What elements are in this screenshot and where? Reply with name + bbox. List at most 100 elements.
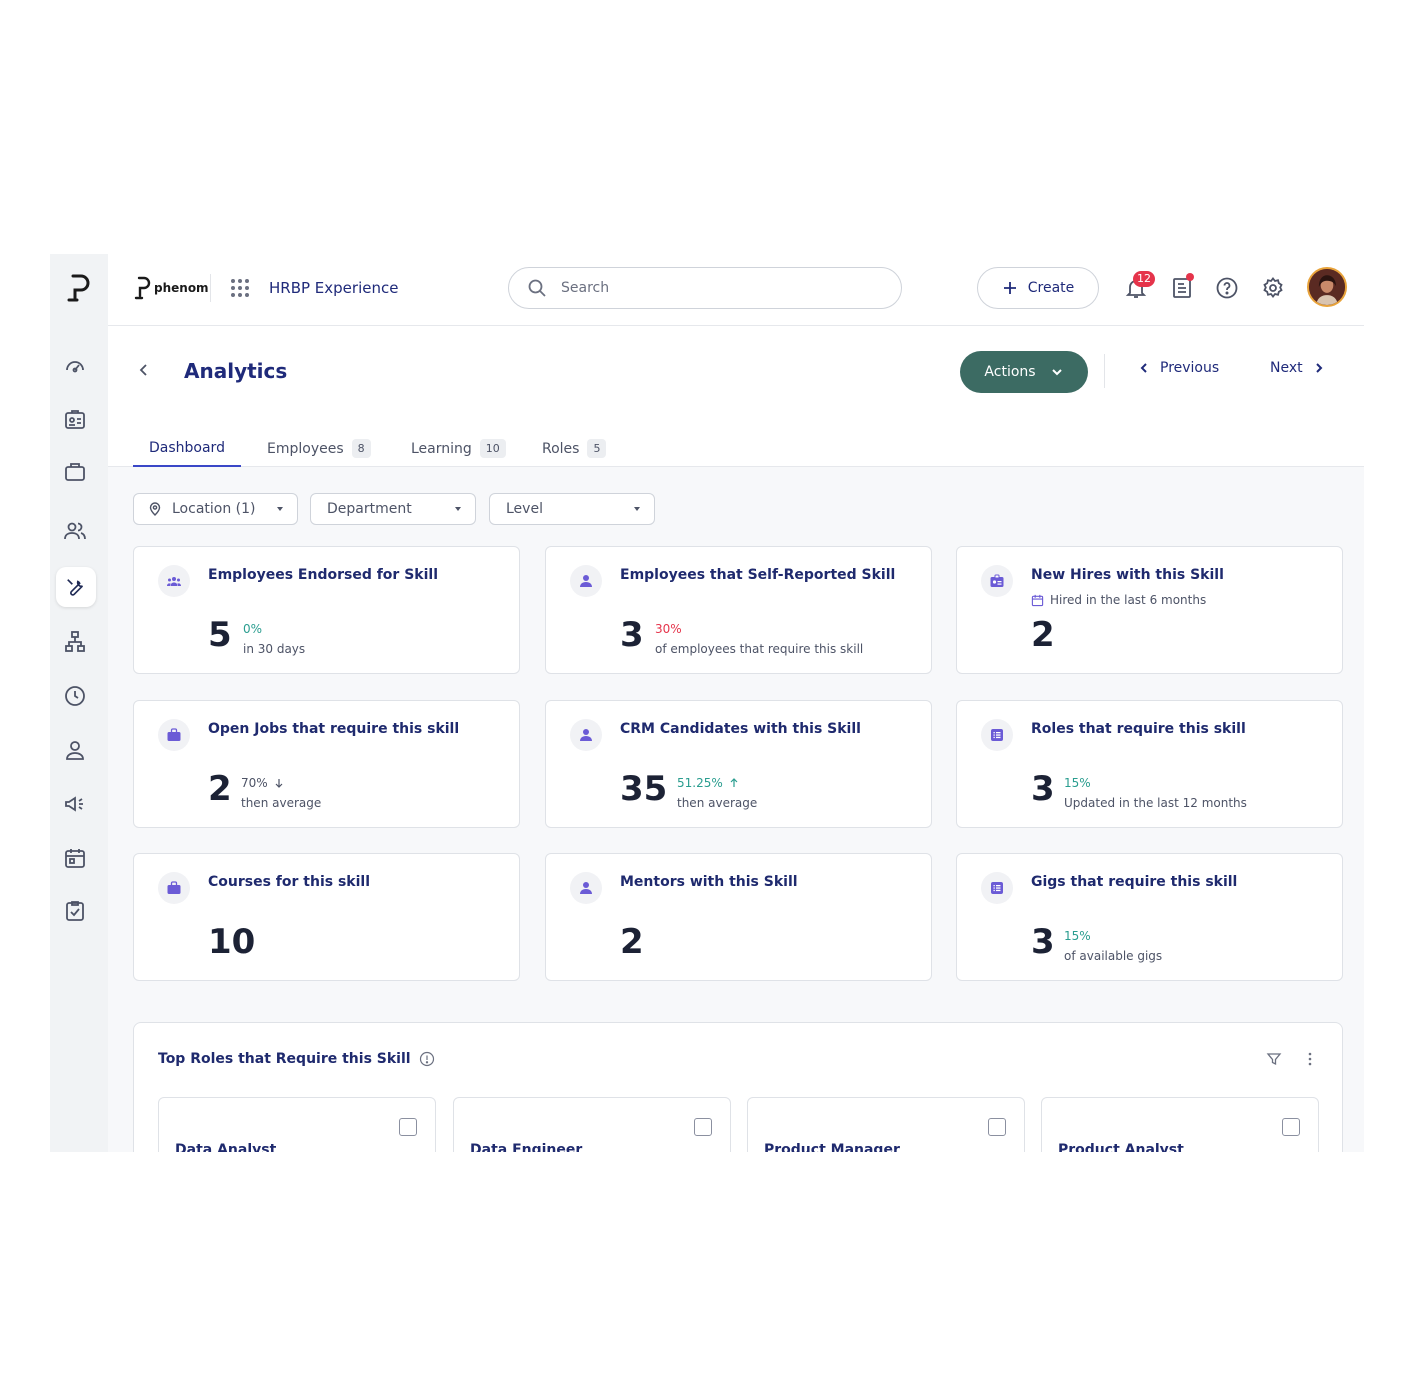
next-button[interactable]: Next xyxy=(1270,360,1325,376)
previous-button[interactable]: Previous xyxy=(1138,360,1219,376)
metric-card-crm-candidates[interactable]: CRM Candidates with this Skill 35 51.25%… xyxy=(545,700,932,828)
role-card[interactable]: Product Manager xyxy=(747,1097,1025,1152)
back-chevron-icon[interactable] xyxy=(136,362,152,378)
department-filter[interactable]: Department xyxy=(310,493,476,525)
person-icon xyxy=(570,719,602,751)
more-vertical-icon[interactable] xyxy=(1302,1051,1318,1067)
megaphone-icon[interactable] xyxy=(63,792,87,816)
briefcase-icon xyxy=(158,719,190,751)
tab-learning[interactable]: Learning 10 xyxy=(411,430,506,467)
people-icon[interactable] xyxy=(63,519,87,543)
role-checkbox[interactable] xyxy=(988,1118,1006,1136)
brand-logo[interactable]: phenom xyxy=(134,274,209,302)
brand-divider xyxy=(210,274,211,302)
card-subtitle-text: Hired in the last 6 months xyxy=(1050,593,1207,607)
filter-label: Location (1) xyxy=(172,501,256,517)
metric-card-mentors[interactable]: Mentors with this Skill 2 xyxy=(545,853,932,981)
card-title: Open Jobs that require this skill xyxy=(208,721,460,737)
delta-note: of available gigs xyxy=(1064,949,1163,963)
app-grid-icon[interactable] xyxy=(230,278,250,298)
contact-card-icon[interactable] xyxy=(63,407,87,431)
search-input[interactable] xyxy=(561,278,881,298)
level-filter[interactable]: Level xyxy=(489,493,655,525)
metric-card-new-hires[interactable]: New Hires with this Skill Hired in the l… xyxy=(956,546,1343,674)
card-delta: 51.25% then average xyxy=(677,775,757,811)
card-value: 2 xyxy=(1031,615,1055,655)
role-card[interactable]: Product Analyst xyxy=(1041,1097,1319,1152)
delta-percent: 30% xyxy=(655,622,682,636)
plus-icon xyxy=(1003,282,1016,294)
card-delta: 0% in 30 days xyxy=(243,621,305,657)
role-checkbox[interactable] xyxy=(399,1118,417,1136)
delta-percent: 70% xyxy=(241,775,321,791)
delta-note: in 30 days xyxy=(243,642,306,656)
card-delta: 70% then average xyxy=(241,775,321,811)
delta-note: then average xyxy=(677,796,758,810)
search-icon xyxy=(528,279,546,297)
tab-label: Roles xyxy=(542,440,580,457)
app-title[interactable]: HRBP Experience xyxy=(269,279,398,297)
top-roles-panel: Top Roles that Require this Skill Data A… xyxy=(133,1022,1343,1152)
tab-bar: Dashboard Employees 8 Learning 10 Roles … xyxy=(108,430,1364,467)
tab-label: Dashboard xyxy=(149,439,225,456)
role-checkbox[interactable] xyxy=(694,1118,712,1136)
role-card[interactable]: Data Engineer xyxy=(453,1097,731,1152)
actions-label: Actions xyxy=(984,364,1036,380)
metric-card-courses[interactable]: Courses for this skill 10 xyxy=(133,853,520,981)
metric-card-open-jobs[interactable]: Open Jobs that require this skill 2 70% … xyxy=(133,700,520,828)
tab-roles[interactable]: Roles 5 xyxy=(542,430,607,467)
delta-note: of employees that require this skill xyxy=(655,642,864,656)
card-value: 35 xyxy=(620,769,668,809)
card-title: Employees Endorsed for Skill xyxy=(208,567,438,583)
settings-gear-icon[interactable] xyxy=(1261,276,1285,300)
card-title: CRM Candidates with this Skill xyxy=(620,721,861,737)
task-checklist-icon[interactable] xyxy=(63,899,87,923)
person-icon xyxy=(570,565,602,597)
top-roles-title-text: Top Roles that Require this Skill xyxy=(158,1051,411,1067)
tab-employees[interactable]: Employees 8 xyxy=(267,430,371,467)
arrow-up-icon xyxy=(730,778,738,787)
app-window: phenom HRBP Experience Create 12 xyxy=(50,254,1364,1152)
calendar-icon[interactable] xyxy=(63,846,87,870)
tab-dashboard[interactable]: Dashboard xyxy=(133,430,241,467)
user-avatar[interactable] xyxy=(1307,267,1347,307)
metric-card-endorsed[interactable]: Employees Endorsed for Skill 5 0% in 30 … xyxy=(133,546,520,674)
role-name: Product Analyst xyxy=(1058,1142,1184,1152)
metric-card-self-reported[interactable]: Employees that Self-Reported Skill 3 30%… xyxy=(545,546,932,674)
actions-dropdown-button[interactable]: Actions xyxy=(960,351,1088,393)
tab-count-badge: 5 xyxy=(587,439,607,458)
create-label: Create xyxy=(1027,280,1075,296)
clock-icon[interactable] xyxy=(63,684,87,708)
tab-count-badge: 10 xyxy=(479,439,506,458)
calendar-icon xyxy=(1031,594,1044,606)
filter-funnel-icon[interactable] xyxy=(1266,1051,1282,1067)
delta-value: 51.25% xyxy=(677,776,723,790)
card-title: Gigs that require this skill xyxy=(1031,874,1238,890)
card-value: 2 xyxy=(620,922,644,962)
list-icon xyxy=(981,872,1013,904)
org-chart-icon[interactable] xyxy=(63,630,87,654)
unread-dot xyxy=(1186,273,1194,281)
delta-percent: 51.25% xyxy=(677,775,757,791)
info-icon[interactable] xyxy=(419,1051,435,1067)
role-checkbox[interactable] xyxy=(1282,1118,1300,1136)
tab-count-badge: 8 xyxy=(351,439,371,458)
role-name: Data Analyst xyxy=(175,1142,277,1152)
metric-card-roles[interactable]: Roles that require this skill 3 15% Upda… xyxy=(956,700,1343,828)
phenom-logo-icon[interactable] xyxy=(64,272,94,304)
metric-card-gigs[interactable]: Gigs that require this skill 3 15% of av… xyxy=(956,853,1343,981)
create-button[interactable]: Create xyxy=(977,267,1099,309)
role-card[interactable]: Data Analyst xyxy=(158,1097,436,1152)
card-title: Employees that Self-Reported Skill xyxy=(620,567,896,583)
previous-label: Previous xyxy=(1160,360,1220,376)
card-delta: 15% of available gigs xyxy=(1064,928,1162,964)
briefcase-icon[interactable] xyxy=(63,460,87,484)
person-icon[interactable] xyxy=(63,738,87,762)
search-box[interactable] xyxy=(508,267,902,309)
skills-wrench-icon[interactable] xyxy=(56,567,96,607)
delta-value: 70% xyxy=(241,776,268,790)
chevron-left-icon xyxy=(1140,363,1147,373)
help-icon[interactable] xyxy=(1215,276,1239,300)
speedometer-icon[interactable] xyxy=(63,354,87,378)
location-filter[interactable]: Location (1) xyxy=(133,493,298,525)
